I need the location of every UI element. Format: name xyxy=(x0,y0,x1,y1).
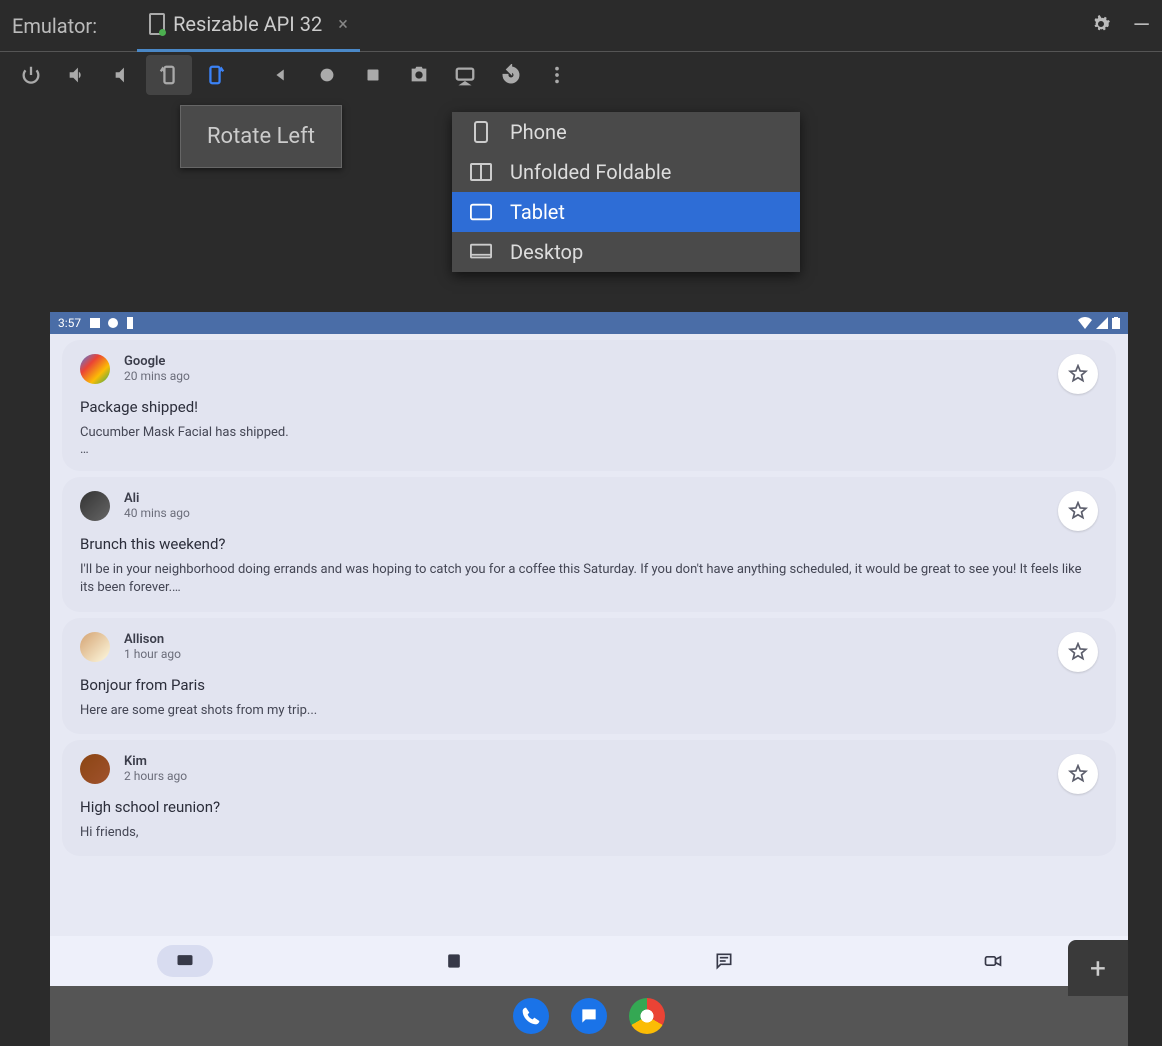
dropdown-item-tablet[interactable]: Tablet xyxy=(452,192,800,232)
chrome-app-icon[interactable] xyxy=(629,998,665,1034)
power-button[interactable] xyxy=(8,55,54,95)
tablet-icon xyxy=(470,203,492,221)
email-time: 2 hours ago xyxy=(124,769,187,783)
star-button[interactable] xyxy=(1058,491,1098,531)
signal-icon xyxy=(1096,317,1108,329)
avatar xyxy=(80,754,110,784)
gear-icon[interactable] xyxy=(1089,12,1113,40)
email-card[interactable]: Allison 1 hour ago Bonjour from Paris He… xyxy=(62,618,1116,734)
home-button[interactable] xyxy=(304,55,350,95)
star-button[interactable] xyxy=(1058,632,1098,672)
foldable-icon xyxy=(470,163,492,181)
battery-icon xyxy=(1112,317,1120,329)
emulator-screen: 3:57 Google 20 mins ago Package shipped!… xyxy=(50,312,1128,996)
device-icon xyxy=(149,13,165,35)
email-subject: High school reunion? xyxy=(80,798,1098,816)
avatar xyxy=(80,491,110,521)
emulator-label: Emulator: xyxy=(12,14,97,38)
email-app: Google 20 mins ago Package shipped! Cucu… xyxy=(50,334,1128,936)
rotate-right-button[interactable] xyxy=(192,55,238,95)
email-card[interactable]: Ali 40 mins ago Brunch this weekend? I'l… xyxy=(62,477,1116,611)
overview-button[interactable] xyxy=(350,55,396,95)
sender-name: Ali xyxy=(124,491,190,506)
bottom-tab-articles[interactable] xyxy=(320,936,590,986)
display-mode-dropdown: Phone Unfolded Foldable Tablet Desktop xyxy=(452,112,800,272)
screenshot-button[interactable] xyxy=(396,55,442,95)
android-navbar xyxy=(50,986,1128,1046)
desktop-icon xyxy=(470,243,492,261)
sender-name: Google xyxy=(124,354,190,369)
statusbar-left-icons xyxy=(89,317,135,329)
sender-name: Allison xyxy=(124,632,181,647)
dropdown-item-label: Unfolded Foldable xyxy=(510,160,671,184)
email-body: Here are some great shots from my trip..… xyxy=(80,702,1098,720)
email-ellipsis: … xyxy=(80,442,1098,457)
email-time: 40 mins ago xyxy=(124,506,190,520)
zoom-add-button[interactable]: + xyxy=(1068,940,1128,996)
email-body: Cucumber Mask Facial has shipped. xyxy=(80,424,1098,442)
messages-app-icon[interactable] xyxy=(571,998,607,1034)
dropdown-item-desktop[interactable]: Desktop xyxy=(452,232,800,272)
email-card[interactable]: Google 20 mins ago Package shipped! Cucu… xyxy=(62,340,1116,471)
email-card[interactable]: Kim 2 hours ago High school reunion? Hi … xyxy=(62,740,1116,856)
email-body: Hi friends, xyxy=(80,824,1098,842)
email-time: 1 hour ago xyxy=(124,647,181,661)
close-icon[interactable]: × xyxy=(338,14,348,35)
tab-label: Resizable API 32 xyxy=(173,12,322,36)
star-button[interactable] xyxy=(1058,354,1098,394)
emulator-tab[interactable]: Resizable API 32 × xyxy=(137,0,360,52)
window-header: Emulator: Resizable API 32 × — xyxy=(0,0,1162,52)
sender-name: Kim xyxy=(124,754,187,769)
back-button[interactable] xyxy=(258,55,304,95)
volume-up-button[interactable] xyxy=(54,55,100,95)
email-subject: Brunch this weekend? xyxy=(80,535,1098,553)
email-body: I'll be in your neighborhood doing erran… xyxy=(80,561,1098,597)
emulator-toolbar xyxy=(0,52,1162,98)
more-button[interactable] xyxy=(534,55,580,95)
volume-down-button[interactable] xyxy=(100,55,146,95)
wifi-icon xyxy=(1078,317,1092,329)
android-statusbar: 3:57 xyxy=(50,312,1128,334)
dropdown-item-label: Desktop xyxy=(510,240,583,264)
email-time: 20 mins ago xyxy=(124,369,190,383)
bottom-tabs xyxy=(50,936,1128,986)
rotate-left-tooltip: Rotate Left xyxy=(180,105,342,168)
dropdown-item-phone[interactable]: Phone xyxy=(452,112,800,152)
minimize-icon[interactable]: — xyxy=(1133,13,1150,38)
bottom-tab-chat[interactable] xyxy=(589,936,859,986)
phone-icon xyxy=(470,123,492,141)
avatar xyxy=(80,632,110,662)
dropdown-item-label: Phone xyxy=(510,120,567,144)
phone-app-icon[interactable] xyxy=(513,998,549,1034)
email-subject: Package shipped! xyxy=(80,398,1098,416)
star-button[interactable] xyxy=(1058,754,1098,794)
display-mode-button[interactable] xyxy=(442,55,488,95)
bottom-tab-inbox[interactable] xyxy=(50,936,320,986)
dropdown-item-foldable[interactable]: Unfolded Foldable xyxy=(452,152,800,192)
dropdown-item-label: Tablet xyxy=(510,200,565,224)
rotate-left-button[interactable] xyxy=(146,55,192,95)
avatar xyxy=(80,354,110,384)
email-subject: Bonjour from Paris xyxy=(80,676,1098,694)
snapshot-button[interactable] xyxy=(488,55,534,95)
statusbar-time: 3:57 xyxy=(58,316,81,330)
